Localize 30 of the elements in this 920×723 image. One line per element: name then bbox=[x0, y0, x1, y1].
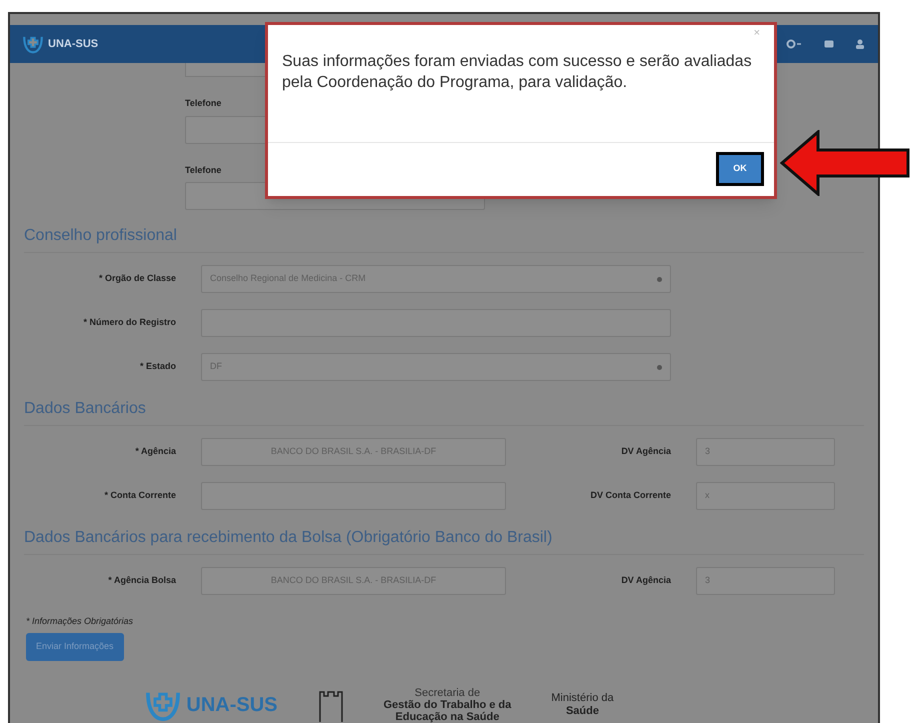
logo-text: UNA-SUS bbox=[48, 36, 98, 52]
section-title: Dados Bancários para recebimento da Bolsa (Obrigatório Banco do Brasil) bbox=[24, 526, 864, 555]
field-label: * Orgão de Classe bbox=[98, 272, 176, 286]
user-icon[interactable] bbox=[856, 39, 864, 49]
ministerio-text: Ministério da Saúde bbox=[551, 692, 614, 718]
field-label: DV Agência bbox=[620, 574, 671, 588]
field-label: DV Conta Corrente bbox=[589, 489, 671, 502]
secretaria-text: Secretaria de Gestão do Trabalho e da Educação na Saúde bbox=[384, 686, 512, 722]
input-field[interactable] bbox=[185, 63, 267, 77]
field-label: * Número do Registro bbox=[82, 316, 176, 330]
field-label: * Conta Corrente bbox=[103, 489, 176, 502]
ok-button[interactable]: OK bbox=[716, 152, 764, 186]
logo-text: UNA-SUS bbox=[186, 692, 278, 718]
settings-icon[interactable] bbox=[786, 39, 802, 49]
field-label: DV Agência bbox=[620, 445, 671, 458]
section-title: Conselho profissional bbox=[24, 224, 864, 253]
submit-button[interactable]: Enviar Informações bbox=[26, 632, 124, 660]
field-label: Telefone bbox=[185, 164, 222, 176]
field-label: * Estado bbox=[138, 360, 176, 374]
required-note: * Informações Obrigatórias bbox=[26, 615, 134, 628]
field-label: * Agência Bolsa bbox=[107, 574, 176, 588]
dialog-message: Suas informações foram enviadas com sucesso e serão avaliadas pela Coordenação do Programa, para validação. bbox=[282, 52, 752, 93]
mail-icon[interactable] bbox=[824, 40, 834, 48]
logo-icon bbox=[22, 34, 44, 54]
dropdown-caret-icon bbox=[657, 364, 662, 370]
field-label: * Agência bbox=[134, 445, 176, 458]
close-button[interactable]: × bbox=[754, 28, 760, 39]
dropdown-caret-icon bbox=[657, 276, 662, 282]
field-label: Telefone bbox=[185, 97, 222, 110]
section-title: Dados Bancários bbox=[24, 397, 864, 426]
